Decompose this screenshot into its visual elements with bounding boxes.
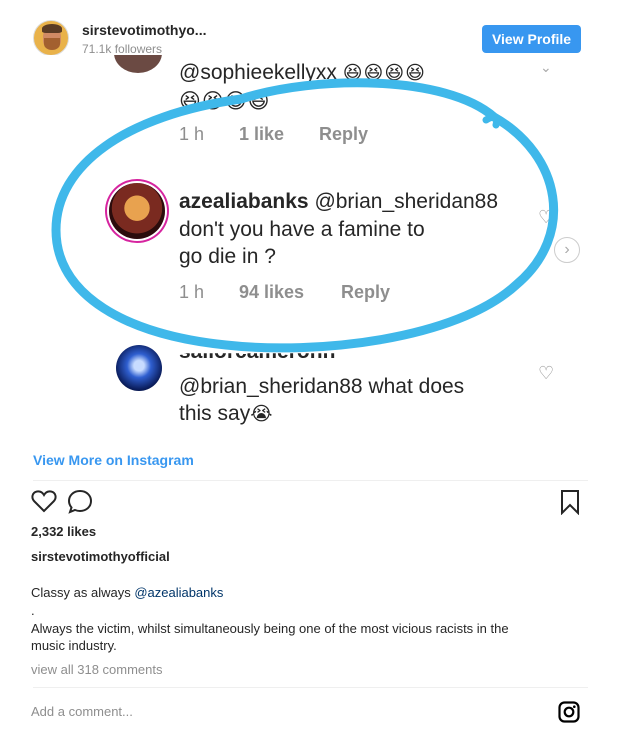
profile-avatar[interactable] <box>33 20 69 56</box>
caption-line3: Always the victim, whilst simultaneously… <box>31 621 509 636</box>
caption-dot: . <box>31 603 35 618</box>
comment-bubble-icon[interactable] <box>67 489 93 514</box>
likes-count[interactable]: 2,332 likes <box>31 524 96 539</box>
add-comment-input[interactable]: Add a comment... <box>31 704 133 719</box>
post-owner-username[interactable]: sirstevotimothyofficial <box>31 549 170 564</box>
post-image[interactable]: @sophieekellyxx 😆😆😆😆 😆😆😆😆 ⌄ 1 h 1 like R… <box>16 55 602 440</box>
divider <box>33 480 588 481</box>
view-all-comments-link[interactable]: view all 318 comments <box>31 662 163 677</box>
caption-line4: music industry. <box>31 638 117 653</box>
followers-count: 71.1k followers <box>82 42 163 56</box>
bookmark-icon[interactable] <box>559 489 581 515</box>
profile-username[interactable]: sirstevotimothyo... <box>82 22 206 38</box>
caption-mention[interactable]: @azealiabanks <box>134 585 223 600</box>
divider <box>33 687 588 688</box>
instagram-logo-icon[interactable] <box>558 701 580 723</box>
instagram-embed-card: sirstevotimothyo... 71.1k followers View… <box>16 0 602 751</box>
caption-line1: Classy as always @azealiabanks <box>31 585 224 600</box>
view-more-link[interactable]: View More on Instagram <box>33 452 194 468</box>
view-profile-button[interactable]: View Profile <box>482 25 581 53</box>
heart-outline-icon[interactable] <box>31 489 57 513</box>
highlight-circle-drawing <box>51 78 559 353</box>
